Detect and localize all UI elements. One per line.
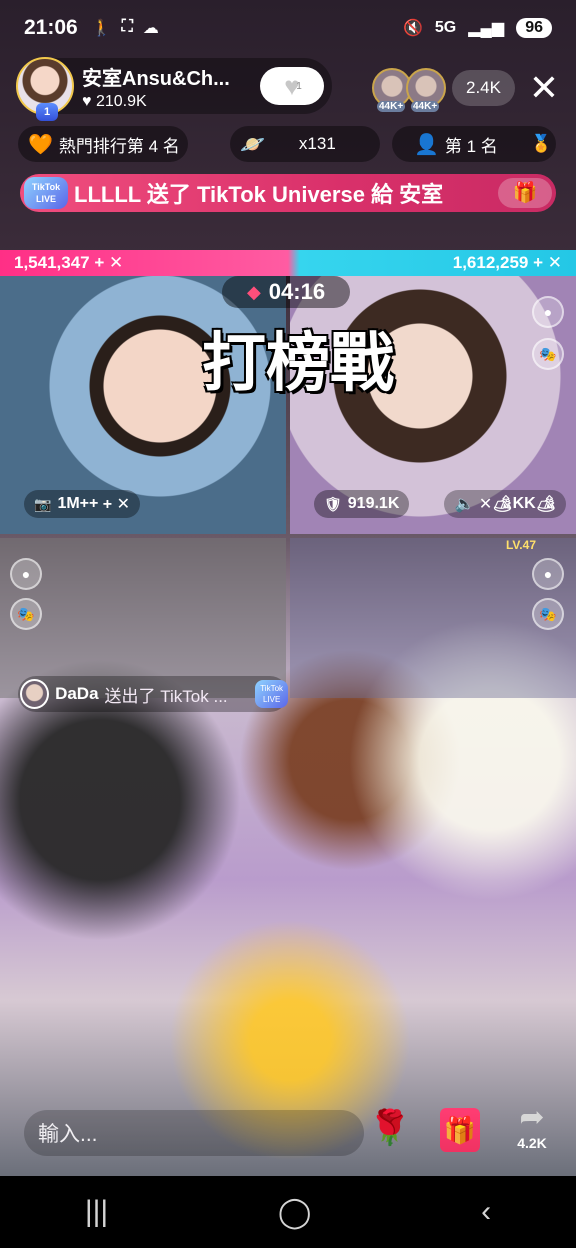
share-count: 4.2K: [517, 1135, 547, 1151]
fire-heart-icon: 🧡: [28, 133, 53, 156]
left-score: 1,541,347: [14, 253, 90, 272]
system-nav-bar: ||| ◯ ‹: [0, 1176, 576, 1248]
rank-label: 熱門排行第 4 名: [58, 136, 180, 156]
first-place-label: 第 1 名: [444, 136, 498, 156]
guest-video-bottom-right[interactable]: ● 🎭: [290, 538, 576, 698]
mute-icon: 🔈: [454, 496, 475, 513]
guest-score-pill: 🛡 919.1K: [314, 490, 410, 518]
chat-notification[interactable]: DaDa 送出了 TikTok ... TikTok LIVE: [18, 676, 289, 712]
chat-avatar[interactable]: [20, 679, 50, 709]
popular-rank-chip[interactable]: 🧡 熱門排行第 4 名: [18, 126, 188, 162]
mask-icon[interactable]: 🎭: [532, 598, 564, 630]
battle-timer: ◆ 04:16: [222, 276, 350, 308]
planet-icon: 🪐: [240, 133, 265, 156]
host-avatar[interactable]: 1: [16, 57, 74, 121]
battle-title: 打榜戰: [202, 327, 394, 399]
share-icon: ➦: [519, 1101, 545, 1134]
banner-text: LLLLL 送了 TikTok Universe 給 安室: [74, 182, 444, 207]
mask-icon[interactable]: 🎭: [10, 598, 42, 630]
guest-video-bottom-left[interactable]: ● 🎭: [0, 538, 286, 698]
viewer-badge: 44K+: [411, 101, 440, 112]
chat-text: 送出了 TikTok ...: [104, 686, 228, 706]
host-profile[interactable]: 1 安室Ansu&Ch... ♥ 210.9K ♥ 1: [16, 57, 332, 121]
rose-icon[interactable]: 🌹: [368, 1108, 412, 1152]
close-icon[interactable]: ✕: [526, 68, 562, 108]
host-likes: 210.9K: [95, 92, 147, 110]
multiplier-chip[interactable]: 🪐 x131: [230, 126, 380, 162]
host-level-badge: 1: [36, 103, 58, 121]
walking-icon: 🚶: [91, 20, 112, 37]
tiktok-live-logo: TikTok LIVE: [255, 680, 289, 708]
gift-icon[interactable]: 🎁: [440, 1108, 480, 1152]
battle-score-bar: 1,541,347 + ✕ 1,612,259 + ✕: [0, 250, 576, 276]
cloud-icon: ☁: [142, 20, 159, 37]
viewer-avatar[interactable]: 44K+: [406, 68, 446, 112]
first-place-chip[interactable]: 👤 第 1 名 🏅: [392, 126, 556, 162]
battery-indicator: 96: [516, 18, 552, 38]
chat-username: DaDa: [55, 684, 99, 703]
comment-input[interactable]: 輸入...: [24, 1110, 364, 1156]
status-bar: 21:06 🚶 ⛶ ☁ 🔇 5G ▂▄▆ 96: [0, 0, 576, 56]
home-icon[interactable]: ◯: [278, 1195, 312, 1230]
gift-icon[interactable]: 🎁: [498, 178, 552, 208]
battle-icon: ◆: [246, 281, 261, 302]
level-label: LV.47: [505, 538, 536, 552]
status-time: 21:06: [24, 16, 78, 39]
heart-icon: ♥ 1: [284, 70, 302, 101]
multiplier-label: x131: [298, 134, 336, 153]
share-button[interactable]: ➦ 4.2K: [508, 1100, 556, 1154]
recents-icon[interactable]: |||: [85, 1195, 108, 1229]
mute-icon: 🔇: [402, 20, 423, 37]
camera-icon: 📷: [34, 495, 52, 512]
guest-score-pill: 📷 1M++ + ✕: [24, 490, 140, 518]
follow-count: 1: [296, 80, 302, 92]
viewer-badge: 44K+: [377, 101, 406, 112]
follow-button[interactable]: ♥ 1: [260, 67, 324, 105]
guest-avatar[interactable]: ●: [10, 558, 42, 590]
network-label: 5G: [434, 19, 457, 36]
user-avatar-icon: 👤: [414, 133, 439, 156]
host-name: 安室Ansu&Ch...: [82, 67, 230, 90]
shield-icon: 🛡: [324, 495, 342, 512]
viewer-count[interactable]: 2.4K: [452, 70, 515, 106]
top-viewers[interactable]: 44K+ 44K+ 2.4K: [372, 68, 515, 112]
badge-icon: 🏅: [530, 134, 552, 153]
right-score: 1,612,259: [452, 253, 529, 272]
tiktok-live-logo: TikTok LIVE: [24, 177, 68, 209]
back-icon[interactable]: ‹: [481, 1195, 491, 1229]
screen-record-icon: ⛶: [121, 18, 133, 35]
signal-icon: ▂▄▆: [468, 20, 505, 37]
gift-banner[interactable]: TikTok LIVE LLLLL 送了 TikTok Universe 給 安…: [20, 174, 556, 212]
guest-tag-pill: 🔈 ✕🏕 KK 🏕: [444, 490, 566, 518]
guest-avatar[interactable]: ●: [532, 558, 564, 590]
heart-icon: ♥: [82, 92, 92, 110]
